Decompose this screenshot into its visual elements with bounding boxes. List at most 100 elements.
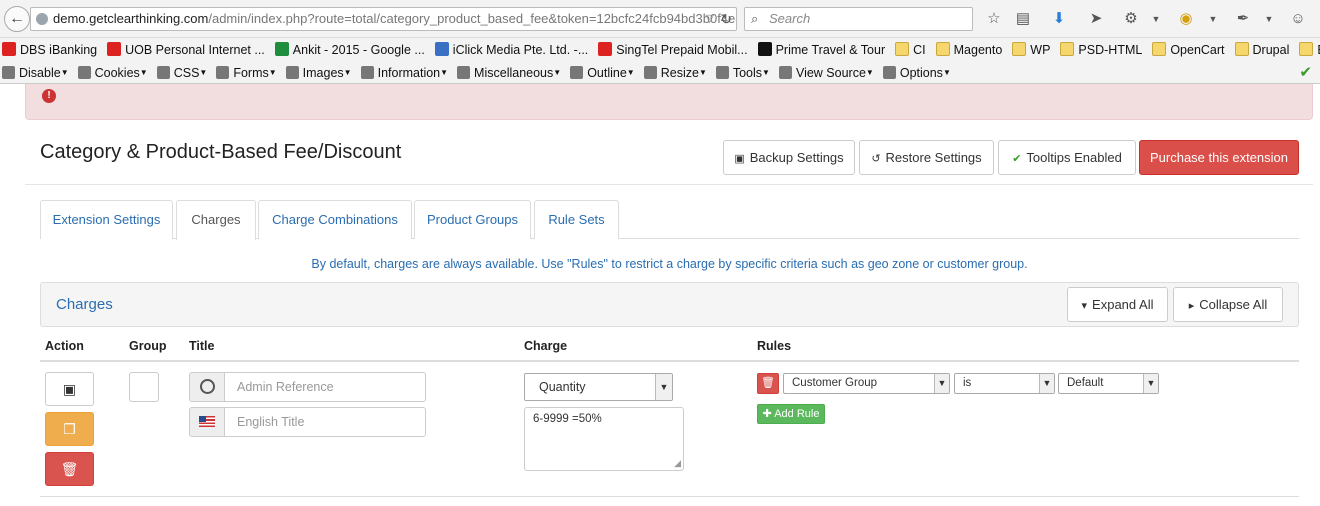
devbar-label: View Source [795, 66, 866, 80]
shield-icon[interactable]: ◉ [1176, 9, 1196, 29]
devbar-menu-miscellaneous[interactable]: Miscellaneous▼ [455, 62, 562, 83]
delete-charge-button[interactable]: 🗑 [45, 452, 94, 486]
folder-icon [1060, 42, 1075, 56]
devbar-menu-cookies[interactable]: Cookies▼ [76, 62, 148, 83]
bookmark-item[interactable]: DBS iBanking [0, 38, 97, 62]
devbar-menu-information[interactable]: Information▼ [359, 62, 449, 83]
column-header-title: Title [189, 339, 215, 353]
folder-icon [1299, 42, 1314, 56]
css-icon [156, 66, 170, 79]
devbar-menu-view-source[interactable]: View Source▼ [777, 62, 874, 83]
extension-menu-chevron-icon[interactable]: ▼ [1146, 9, 1166, 29]
tools-icon [715, 66, 729, 79]
bookmark-item[interactable]: UOB Personal Internet ... [105, 38, 265, 62]
delete-rule-button[interactable]: 🗑 [757, 373, 779, 394]
bookmark-item[interactable]: PSD-HTML [1058, 38, 1142, 62]
bookmark-item[interactable]: SingTel Prepaid Mobil... [596, 38, 748, 62]
devbar-menu-tools[interactable]: Tools▼ [714, 62, 770, 83]
tooltips-enabled-button[interactable]: ✔ Tooltips Enabled [998, 140, 1136, 175]
devbar-menu-forms[interactable]: Forms▼ [214, 62, 277, 83]
iclick-icon [434, 42, 449, 56]
bookmark-item[interactable]: WP [1010, 38, 1050, 62]
copy-charge-button[interactable]: ❐ [45, 412, 94, 446]
rule-field-value: Customer Group [792, 377, 878, 389]
backup-settings-button[interactable]: ▣ Backup Settings [723, 140, 855, 175]
bookmark-item[interactable]: CI [893, 38, 926, 62]
outline-icon [570, 66, 584, 79]
rule-operator-select[interactable]: is ▼ [954, 373, 1055, 394]
back-button[interactable]: ← [4, 6, 30, 32]
restore-settings-button[interactable]: ↺ Restore Settings [859, 140, 994, 175]
resize-grip-icon[interactable]: ◢ [674, 458, 681, 469]
rule-value-select[interactable]: Default ▼ [1058, 373, 1159, 394]
miscellaneous-icon [457, 66, 471, 79]
url-bar[interactable]: demo.getclearthinking.com/admin/index.ph… [30, 7, 737, 31]
prime-icon [757, 42, 772, 56]
rule-operator-value: is [963, 377, 972, 389]
devbar-menu-css[interactable]: CSS▼ [155, 62, 207, 83]
charge-type-select[interactable]: Quantity ▼ [524, 373, 673, 401]
english-title-group: English Title [189, 407, 426, 437]
toggle-charge-button[interactable]: ▣ [45, 372, 94, 406]
extension-icon[interactable]: ⚙ [1121, 9, 1141, 29]
expand-all-button[interactable]: ▾ Expand All [1067, 287, 1168, 322]
bookmark-item[interactable]: Ankit - 2015 - Google ... [273, 38, 425, 62]
tab-extension-settings[interactable]: Extension Settings [40, 200, 173, 239]
globe-icon [36, 13, 48, 25]
devbar-label: Images [302, 66, 344, 80]
images-icon [285, 66, 299, 79]
devbar-menu-images[interactable]: Images▼ [284, 62, 352, 83]
tab-charge-combinations[interactable]: Charge Combinations [258, 200, 412, 239]
save-icon: ▣ [734, 153, 745, 165]
collapse-all-button[interactable]: ▸ Collapse All [1173, 287, 1283, 322]
bookmark-item[interactable]: Magento [934, 38, 1002, 62]
charge-value-textarea[interactable]: 6-9999 =50% ◢ [524, 407, 684, 471]
devbar-menu-disable[interactable]: Disable▼ [0, 62, 69, 83]
admin-reference-input[interactable]: Admin Reference [224, 372, 426, 402]
url-domain: demo.getclearthinking.com [53, 11, 209, 26]
bookmark-label: PSD-HTML [1078, 43, 1143, 57]
devbar-menu-outline[interactable]: Outline▼ [568, 62, 635, 83]
admin-reference-addon [189, 372, 225, 402]
sheets-icon [274, 42, 289, 56]
information-icon [360, 66, 374, 79]
eyedropper-icon[interactable]: ✒ [1233, 9, 1253, 29]
rule-field-select[interactable]: Customer Group ▼ [783, 373, 950, 394]
url-path: /admin/index.php?route=total/category_pr… [208, 11, 737, 26]
caret-down-icon: ▼ [440, 68, 449, 77]
tab-rule-sets[interactable]: Rule Sets [534, 200, 619, 239]
caret-down-icon: ▼ [553, 68, 562, 77]
devbar-menu-resize[interactable]: Resize▼ [642, 62, 707, 83]
check-icon: ✔ [1012, 153, 1022, 165]
devbar-label: Information [377, 66, 441, 80]
reading-list-icon[interactable]: ▤ [1013, 9, 1033, 29]
devbar-label: Cookies [94, 66, 140, 80]
bookmark-item[interactable]: OpenCart [1150, 38, 1225, 62]
english-title-input[interactable]: English Title [224, 407, 426, 437]
smiley-icon[interactable]: ☺ [1288, 9, 1308, 29]
shield-menu-chevron-icon[interactable]: ▼ [1203, 9, 1223, 29]
bookmark-item[interactable]: Prime Travel & Tour [756, 38, 885, 62]
group-input[interactable] [129, 372, 159, 402]
bookmark-star-icon[interactable]: ☆ [984, 9, 1004, 29]
bookmark-item[interactable]: Drupal [1233, 38, 1289, 62]
reload-icon[interactable]: ↻ [720, 8, 732, 30]
url-history-dropdown-icon[interactable]: ▽ [706, 8, 714, 30]
caret-down-icon: ▼ [626, 68, 635, 77]
send-icon[interactable]: ➤ [1086, 9, 1106, 29]
bookmark-label: WP [1030, 43, 1051, 57]
download-icon[interactable]: ⬇ [1049, 9, 1069, 29]
bookmark-label: DBS iBanking [20, 43, 98, 57]
bookmark-item[interactable]: Extra [1297, 38, 1320, 62]
add-rule-button[interactable]: ✚ Add Rule [757, 404, 825, 424]
eyedropper-menu-chevron-icon[interactable]: ▼ [1259, 9, 1279, 29]
bookmark-label: CI [913, 43, 926, 57]
devbar-menu-options[interactable]: Options▼ [881, 62, 951, 83]
tab-charges[interactable]: Charges [176, 200, 256, 240]
bookmark-item[interactable]: iClick Media Pte. Ltd. -... [433, 38, 588, 62]
devbar-label: Tools [732, 66, 763, 80]
search-bar[interactable]: ⌕ Search [744, 7, 973, 31]
purchase-extension-button[interactable]: Purchase this extension [1139, 140, 1299, 175]
header-divider [25, 184, 1313, 185]
tab-product-groups[interactable]: Product Groups [414, 200, 531, 239]
